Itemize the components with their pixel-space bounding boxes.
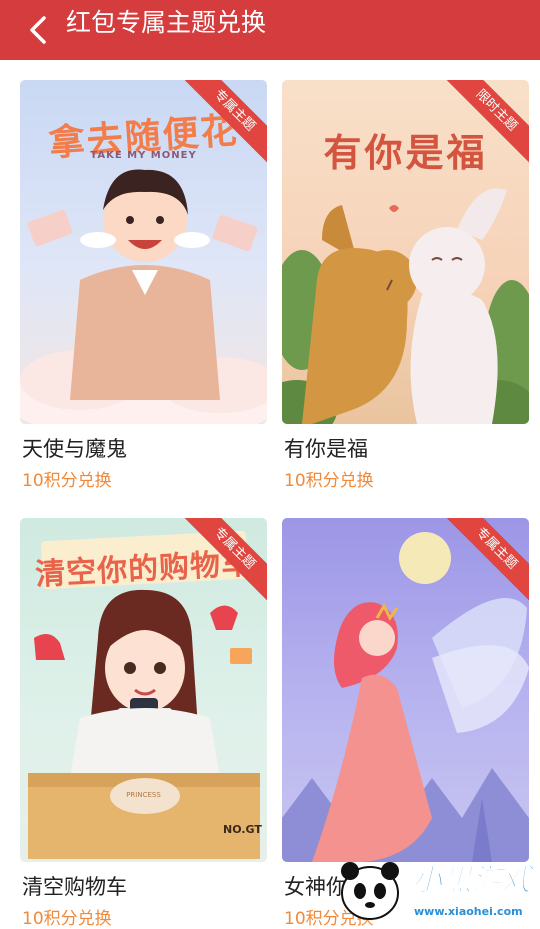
back-button[interactable] <box>18 10 58 50</box>
theme-price[interactable]: 10积分兑换 <box>22 904 112 929</box>
poster-subtitle: TAKE MY MONEY <box>90 150 197 161</box>
chevron-left-icon <box>30 16 46 44</box>
page-title: 红包专属主题兑换 <box>66 8 267 37</box>
box-label: NO.GT <box>223 823 262 836</box>
box-brand: PRINCESS <box>126 791 161 799</box>
theme-thumbnail[interactable]: 清空你的购物车 NO.GT PRINCESS 专属主题 <box>20 518 267 862</box>
theme-card-3[interactable]: 清空你的购物车 NO.GT PRINCESS 专属主题 清空购物车 10积分兑换 <box>20 518 267 929</box>
theme-name: 有你是福 <box>284 437 368 461</box>
poster-title: 有你是福 <box>323 131 488 175</box>
goddess-illustration <box>282 532 529 862</box>
theme-name: 清空购物车 <box>22 875 127 899</box>
theme-price[interactable]: 10积分兑换 <box>284 466 374 491</box>
theme-thumbnail[interactable]: 有你是福 限时主题 <box>282 80 529 424</box>
watermark-url: www.xiaohei.com <box>414 905 523 918</box>
app-header: 红包专属主题兑换 <box>0 0 540 60</box>
theme-card-4[interactable]: 专属主题 女神你 10积分兑换 <box>282 518 529 929</box>
theme-name: 天使与魔鬼 <box>22 437 127 461</box>
site-watermark: 小黑游戏 www.xiaohei.com <box>336 853 536 925</box>
watermark-brand: 小黑游戏 <box>412 863 533 899</box>
theme-price[interactable]: 10积分兑换 <box>22 466 112 491</box>
theme-thumbnail[interactable]: 拿去随便花 TAKE MY MONEY 专属主题 <box>20 80 267 424</box>
theme-card-1[interactable]: 拿去随便花 TAKE MY MONEY 专属主题 天使与魔鬼 10积分兑换 <box>20 80 267 491</box>
theme-thumbnail[interactable]: 专属主题 <box>282 518 529 862</box>
theme-card-2[interactable]: 有你是福 限时主题 有你是福 10积分兑换 <box>282 80 529 491</box>
